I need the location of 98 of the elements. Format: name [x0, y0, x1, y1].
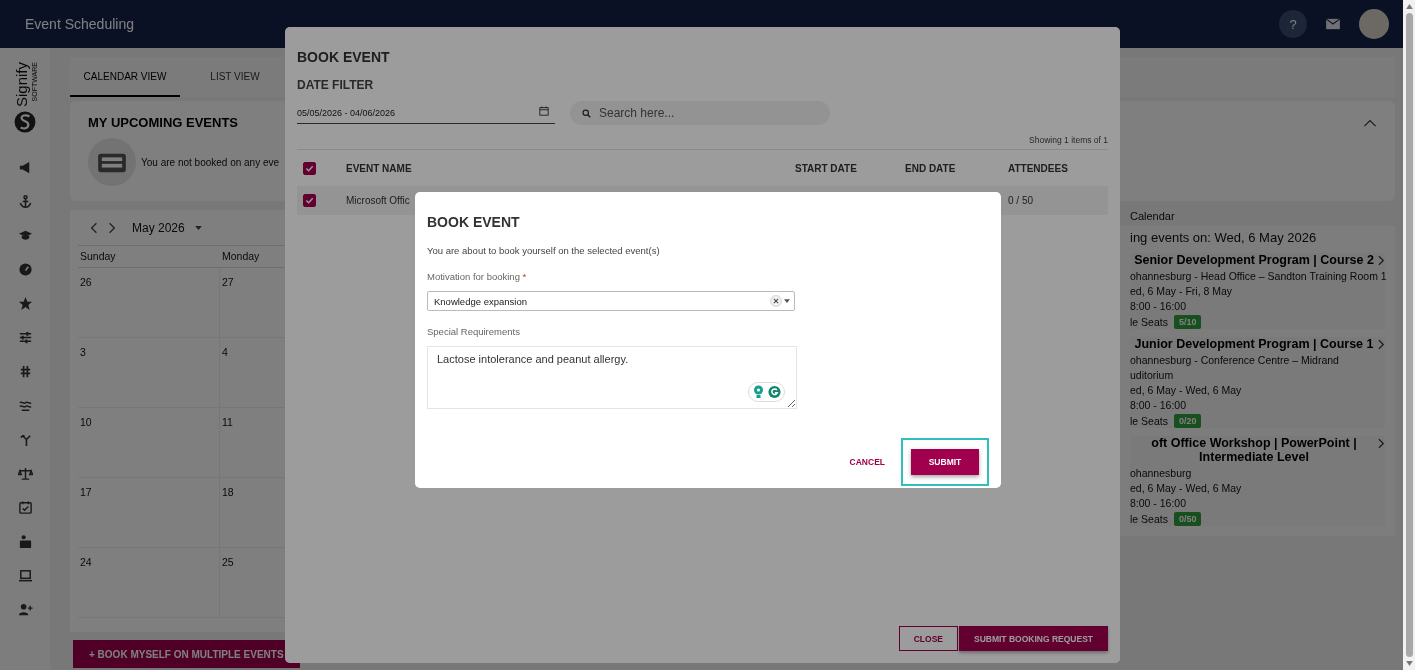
bulb-icon[interactable] — [752, 385, 765, 399]
add-user-icon[interactable] — [17, 602, 33, 618]
table-cell-text: 0 / 50 — [1008, 195, 1035, 206]
event-time: 8:00 - 16:00 — [1130, 497, 1188, 509]
seats-label: le Seats — [1130, 316, 1168, 328]
day-number: 18 — [222, 486, 234, 498]
event-item[interactable]: Senior Development Program | Course 2 ohannesburg - Head Office – Sandton Training Room 1 ed, 6 May - Fri, 8 May 8:00 - 16:00 le Seats 5/10 — [1130, 253, 1385, 329]
event-item[interactable]: oft Office Workshop | PowerPoint | Intermediate Level ohannesburg ed, 6 May - Wed, 6 May 8:00 - 16:00 le Seats 0/50 — [1130, 436, 1385, 526]
column-header: ATTENDEES — [1008, 162, 1069, 174]
caret-icon[interactable] — [194, 225, 202, 230]
sliders-icon[interactable] — [17, 330, 33, 346]
avatar[interactable] — [1359, 9, 1389, 39]
event-dates: ed, 6 May - Wed, 6 May — [1130, 384, 1243, 396]
seats-badge: 0/50 — [1173, 512, 1202, 526]
gauge-icon[interactable] — [17, 262, 33, 278]
event-dates: ed, 6 May - Wed, 6 May — [1130, 482, 1243, 494]
book-multiple-button[interactable]: + BOOK MYSELF ON MULTIPLE EVENTS — [73, 640, 300, 668]
chevron-right-icon[interactable] — [1378, 339, 1385, 350]
dialog-message: You are about to book yourself on the selected event(s) — [427, 245, 661, 256]
motivation-select[interactable]: Knowledge expansion — [427, 291, 795, 311]
panel-header: Calendar — [1130, 210, 1176, 222]
seats-badge: 0/20 — [1173, 414, 1202, 428]
weekday-label: Sunday — [78, 246, 220, 268]
event-dates: ed, 6 May - Fri, 8 May — [1130, 285, 1234, 297]
day-number: 11 — [222, 416, 233, 428]
day-heading: ing events on: Wed, 6 May 2026 — [1130, 230, 1318, 245]
event-title: oft Office Workshop | PowerPoint | Intermediate Level — [1150, 436, 1358, 464]
help-button[interactable]: ? — [1279, 10, 1307, 38]
event-location: ohannesburg - Head Office – Sandton Training Room 1 — [1130, 270, 1385, 282]
clear-icon[interactable] — [770, 295, 782, 307]
month-picker[interactable]: May 2026 — [126, 220, 185, 235]
event-time: 8:00 - 16:00 — [1130, 300, 1188, 312]
field-label: Motivation for booking * — [427, 271, 528, 282]
empty-message: You are not booked on any eve — [141, 156, 280, 168]
chevron-right-icon[interactable] — [1378, 438, 1385, 449]
day-number: 10 — [80, 416, 92, 428]
dialog-title: BOOK EVENT — [427, 214, 521, 230]
filter-label: DATE FILTER — [297, 78, 375, 92]
chevron-right-icon[interactable] — [1378, 255, 1385, 266]
next-icon[interactable] — [108, 221, 116, 234]
day-number: 25 — [222, 556, 234, 568]
anchor-icon[interactable] — [17, 194, 33, 210]
event-title: Senior Development Program | Course 2 — [1133, 253, 1375, 267]
laptop-icon[interactable] — [17, 568, 33, 584]
field-label: Special Requirements — [427, 326, 521, 337]
calendar-check-icon[interactable] — [17, 500, 33, 516]
checkmark-icon — [304, 195, 315, 206]
event-location: uditorium — [1130, 369, 1175, 381]
day-number: 24 — [80, 556, 92, 568]
seats-label: le Seats — [1130, 513, 1168, 525]
select-all-checkbox[interactable] — [303, 161, 316, 175]
scrollbar-thumb[interactable] — [1405, 13, 1413, 657]
event-location: ohannesburg — [1130, 467, 1193, 479]
event-title: Junior Development Program | Course 1 — [1133, 337, 1375, 351]
column-header: EVENT NAME — [346, 162, 413, 174]
view-tab[interactable]: LIST VIEW — [180, 57, 290, 97]
day-number: 17 — [80, 486, 92, 498]
day-number: 26 — [80, 276, 92, 288]
previous-icon[interactable] — [90, 221, 98, 234]
scroll-up-icon[interactable] — [1405, 4, 1413, 9]
empty-list-illustration — [88, 138, 136, 186]
table-cell-text: Microsoft Offic — [346, 195, 411, 206]
modal-title: BOOK EVENT — [297, 49, 391, 65]
caret-icon[interactable] — [784, 299, 790, 303]
column-header: END DATE — [905, 162, 957, 174]
requirements-textarea[interactable]: Lactose intolerance and peanut allergy. — [427, 346, 797, 409]
event-location: ohannesburg - Conference Centre – Midrand — [1130, 354, 1340, 366]
close-button[interactable]: CLOSE — [898, 626, 958, 651]
seats-label: le Seats — [1130, 415, 1168, 427]
scale-icon[interactable] — [17, 466, 33, 482]
results-count: Showing 1 items of 1 — [1029, 135, 1108, 147]
day-number: 3 — [80, 346, 86, 358]
day-number: 4 — [222, 346, 228, 358]
envelope-icon[interactable] — [1325, 18, 1341, 30]
scrollbar[interactable] — [1403, 0, 1415, 670]
squiggle-icon[interactable] — [17, 398, 33, 414]
logo-text: Signify — [12, 62, 30, 108]
event-item[interactable]: Junior Development Program | Course 1 ohannesburg - Conference Centre – Midrand uditorium ed, 6 May - Wed, 6 May 8:00 - 16:00 le Seats 0/20 — [1130, 337, 1385, 428]
logo-icon — [14, 111, 36, 134]
scroll-down-icon[interactable] — [1405, 661, 1413, 666]
circle-logo-icon[interactable] — [768, 385, 781, 399]
submit-button[interactable]: SUBMIT — [911, 449, 979, 475]
card-title: MY UPCOMING EVENTS — [88, 115, 238, 130]
calendar-icon[interactable] — [539, 105, 549, 116]
day-number: 27 — [222, 276, 234, 288]
chevron-icon[interactable] — [1363, 118, 1377, 127]
star-icon[interactable] — [17, 296, 33, 312]
submit-request-button[interactable]: SUBMIT BOOKING REQUEST — [959, 626, 1108, 651]
search-field[interactable]: Search here... — [570, 101, 830, 125]
row-checkbox[interactable] — [303, 194, 316, 207]
seats-badge: 5/10 — [1173, 315, 1202, 329]
presenter-icon[interactable] — [17, 534, 33, 550]
view-tab[interactable]: CALENDAR VIEW — [70, 57, 180, 97]
column-header: START DATE — [795, 162, 858, 174]
app-title: Event Scheduling — [25, 16, 134, 32]
event-time: 8:00 - 16:00 — [1130, 399, 1188, 411]
cancel-button[interactable]: CANCEL — [843, 456, 891, 468]
date-range-field[interactable]: 05/05/2026 - 04/06/2026 — [297, 102, 555, 125]
